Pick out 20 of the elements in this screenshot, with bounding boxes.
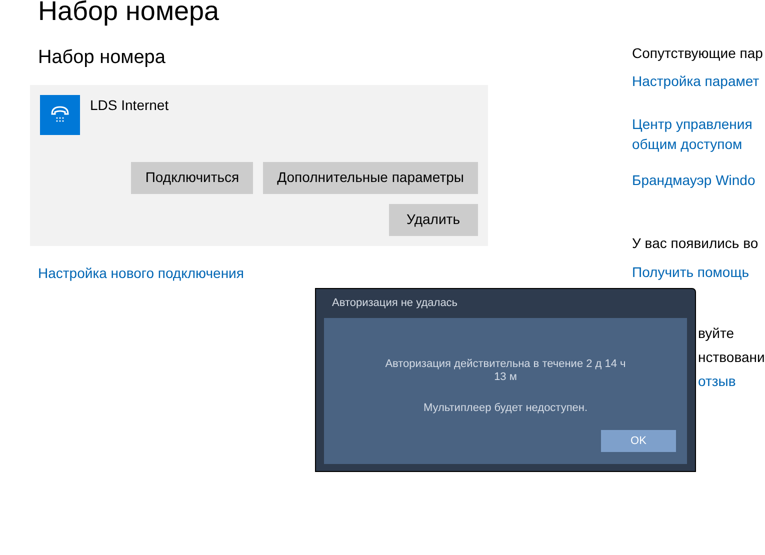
related-link[interactable]: Центр управления общим доступом xyxy=(632,114,765,154)
feedback-text: нствовани xyxy=(698,348,765,367)
new-connection-link[interactable]: Настройка нового подключения xyxy=(38,262,600,284)
dialog-title: Авторизация не удалась xyxy=(331,296,459,311)
phone-icon xyxy=(40,94,80,134)
help-link[interactable]: Получить помощь xyxy=(632,262,765,283)
page-title: Набор номера xyxy=(38,0,220,26)
action-button[interactable]: Дополнительные параметры xyxy=(263,162,478,194)
action-button[interactable]: Подключиться xyxy=(131,162,254,194)
related-link[interactable]: Брандмауэр Windo xyxy=(632,170,765,191)
related-heading: Сопутствующие пар xyxy=(632,44,764,63)
related-link[interactable]: Настройка парамет xyxy=(632,71,765,92)
section-title: Набор номера xyxy=(38,46,166,70)
delete-button[interactable]: Удалить xyxy=(388,204,478,236)
dialog-message: Авторизация действительна в течение 2 д 14 ч 13 м xyxy=(384,358,627,384)
feedback-link[interactable]: отзыв xyxy=(698,371,765,392)
help-heading: У вас появились во xyxy=(632,234,760,253)
feedback-text: вуйте xyxy=(698,324,735,343)
connection-name: LDS Internet xyxy=(90,96,169,114)
dialog-note: Мультиплеер будет недоступен. xyxy=(423,401,588,416)
